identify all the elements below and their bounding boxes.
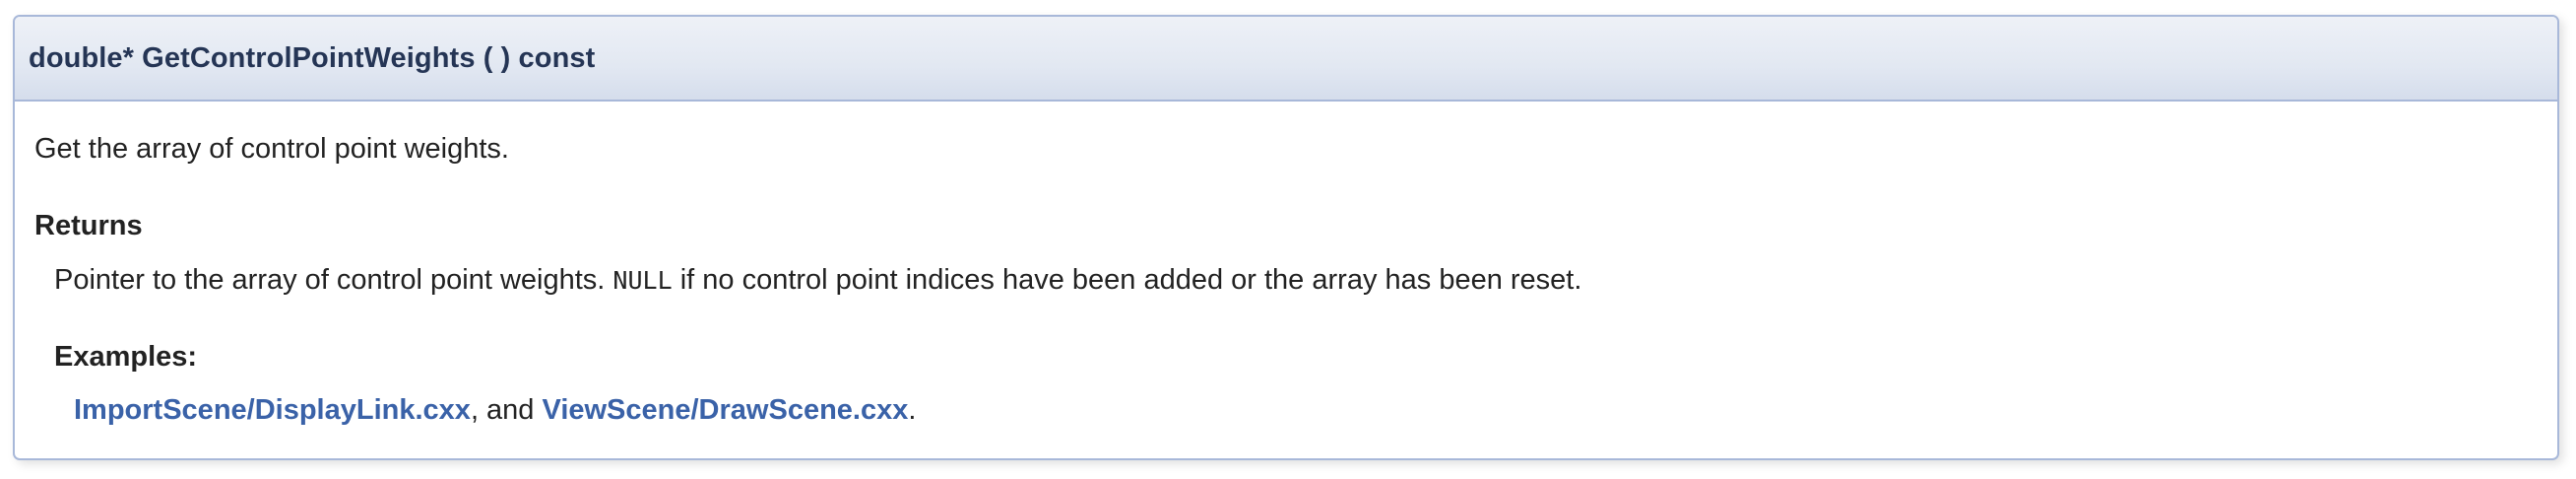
member-signature: double* GetControlPointWeights ( ) const <box>29 41 596 74</box>
example-link-import-scene[interactable]: ImportScene/DisplayLink.cxx <box>74 394 471 426</box>
member-brief-description: Get the array of control point weights. <box>34 133 509 165</box>
examples-heading: Examples: <box>54 341 198 373</box>
returns-code-null: NULL <box>612 266 673 295</box>
returns-text-after: if no control point indices have been ad… <box>679 264 1582 296</box>
returns-text-before: Pointer to the array of control point we… <box>54 264 606 296</box>
examples-list: ImportScene/DisplayLink.cxx, and ViewSce… <box>74 394 916 427</box>
examples-separator: , and <box>470 394 543 426</box>
member-signature-header: double* GetControlPointWeights ( ) const <box>15 17 2557 102</box>
examples-end-punctuation: . <box>908 394 917 426</box>
member-doc-card: double* GetControlPointWeights ( ) const… <box>13 15 2559 460</box>
example-link-view-scene[interactable]: ViewScene/DrawScene.cxx <box>543 394 909 426</box>
returns-heading: Returns <box>34 210 143 241</box>
returns-description: Pointer to the array of control point we… <box>54 264 1581 297</box>
